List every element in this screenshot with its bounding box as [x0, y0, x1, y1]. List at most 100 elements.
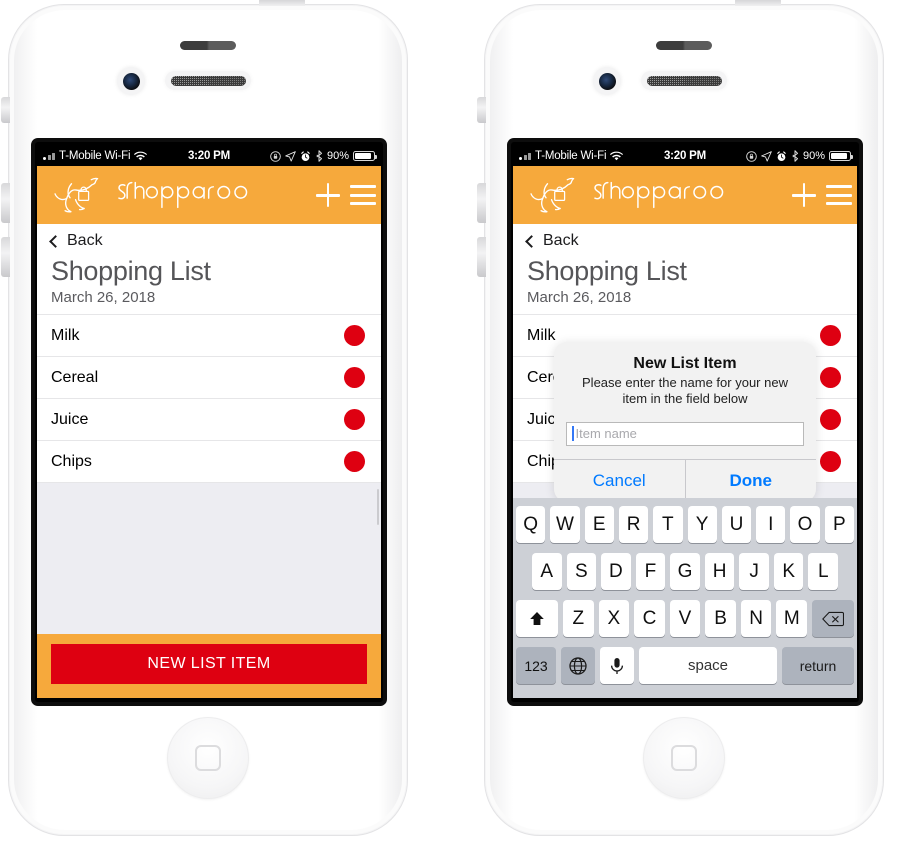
red-status-dot[interactable] [820, 325, 841, 346]
text-caret [572, 426, 574, 441]
backspace-delete-icon[interactable] [812, 600, 855, 637]
dialog-message: Please enter the name for your new item … [582, 375, 788, 407]
key-i[interactable]: I [756, 506, 786, 543]
back-button[interactable]: Back [513, 224, 857, 252]
hamburger-menu-icon[interactable] [825, 185, 852, 205]
key-y[interactable]: Y [687, 506, 717, 543]
rotation-lock-icon [270, 150, 281, 162]
key-r[interactable]: R [618, 506, 649, 543]
cancel-button[interactable]: Cancel [554, 460, 685, 502]
key-a[interactable]: A [531, 553, 562, 590]
proximity-sensor [656, 41, 712, 50]
shift-up-arrow-icon[interactable] [515, 600, 558, 637]
key-d[interactable]: D [601, 553, 631, 590]
key-z[interactable]: Z [562, 600, 594, 637]
key-m[interactable]: M [776, 600, 808, 637]
page-date: March 26, 2018 [51, 289, 156, 306]
key-h[interactable]: H [704, 553, 735, 590]
page-title: Shopping List [527, 256, 687, 286]
keyboard-row-3: Z X C V B N M [515, 600, 855, 637]
volume-down-button[interactable] [477, 237, 486, 277]
keyboard-row-4: 123 space return [516, 647, 854, 684]
key-e[interactable]: E [584, 506, 614, 543]
hamburger-menu-icon[interactable] [349, 185, 376, 205]
status-bar: T-Mobile Wi-Fi 3:20 PM 90% [513, 146, 857, 166]
key-l[interactable]: L [808, 553, 839, 590]
key-f[interactable]: F [635, 553, 666, 590]
red-status-dot[interactable] [820, 409, 841, 430]
phone-screen-left: T-Mobile Wi-Fi 3:20 PM 90% Back Shopping… [35, 142, 383, 702]
new-list-item-dialog: New List Item Please enter the name for … [554, 342, 816, 502]
power-button[interactable] [735, 0, 781, 6]
battery-percent-label: 90% [326, 150, 349, 162]
key-w[interactable]: W [550, 506, 580, 543]
microphone-icon[interactable] [600, 647, 634, 684]
key-j[interactable]: J [739, 553, 769, 590]
key-x[interactable]: X [598, 600, 630, 637]
volume-up-button[interactable] [1, 183, 10, 223]
key-u[interactable]: U [721, 506, 752, 543]
phone-right: T-Mobile Wi-Fi 3:20 PM 90% Back Shopping… [477, 0, 884, 836]
plus-icon[interactable] [315, 183, 340, 207]
screen-content: Back Shopping List March 26, 2018 Milk C… [37, 224, 381, 698]
kangaroo-shopping-logo[interactable] [49, 174, 103, 216]
key-t[interactable]: T [653, 506, 683, 543]
back-label: Back [543, 232, 579, 249]
red-status-dot[interactable] [820, 367, 841, 388]
red-status-dot[interactable] [344, 451, 365, 472]
battery-percent-label: 90% [802, 150, 825, 162]
plus-icon[interactable] [791, 183, 816, 207]
new-list-item-button[interactable]: NEW LIST ITEM [51, 644, 367, 684]
numbers-key[interactable]: 123 [516, 647, 556, 684]
home-button[interactable] [167, 717, 249, 799]
globe-language-icon[interactable] [561, 647, 595, 684]
red-status-dot[interactable] [820, 451, 841, 472]
page-date: March 26, 2018 [527, 289, 632, 306]
app-header [37, 166, 381, 224]
done-button[interactable]: Done [686, 460, 817, 502]
back-button[interactable]: Back [37, 224, 381, 252]
list-item[interactable]: Chips [37, 441, 381, 483]
item-name-input[interactable]: Item name [566, 421, 804, 446]
key-c[interactable]: C [634, 600, 665, 637]
list-item[interactable]: Juice [37, 399, 381, 441]
earpiece-speaker [165, 71, 251, 90]
scroll-indicator[interactable] [376, 489, 379, 525]
key-k[interactable]: K [773, 553, 804, 590]
front-camera [593, 67, 621, 95]
home-button[interactable] [643, 717, 725, 799]
volume-up-button[interactable] [477, 183, 486, 223]
space-key[interactable]: space [639, 647, 777, 684]
location-arrow-icon [761, 150, 772, 161]
return-key[interactable]: return [782, 647, 854, 684]
app-wordmark [109, 178, 310, 212]
list-item-label: Cereal [51, 368, 99, 386]
list-item-label: Milk [527, 326, 556, 344]
key-b[interactable]: B [705, 600, 736, 637]
battery-icon [353, 151, 377, 161]
empty-list-area [37, 483, 381, 634]
back-label: Back [67, 232, 103, 249]
silence-switch[interactable] [1, 97, 10, 123]
battery-icon [829, 151, 853, 161]
red-status-dot[interactable] [344, 367, 365, 388]
dialog-title: New List Item [633, 355, 737, 372]
red-status-dot[interactable] [344, 409, 365, 430]
proximity-sensor [180, 41, 236, 50]
silence-switch[interactable] [477, 97, 486, 123]
list-item[interactable]: Cereal [37, 357, 381, 399]
key-p[interactable]: P [824, 506, 854, 543]
key-g[interactable]: G [670, 553, 700, 590]
kangaroo-shopping-logo[interactable] [525, 174, 579, 216]
bluetooth-icon [792, 150, 799, 162]
screenshot-stage: T-Mobile Wi-Fi 3:20 PM 90% Back Shopping… [0, 0, 900, 842]
red-status-dot[interactable] [344, 325, 365, 346]
key-s[interactable]: S [566, 553, 597, 590]
key-n[interactable]: N [740, 600, 772, 637]
key-o[interactable]: O [790, 506, 820, 543]
list-item[interactable]: Milk [37, 315, 381, 357]
power-button[interactable] [259, 0, 305, 6]
volume-down-button[interactable] [1, 237, 10, 277]
key-q[interactable]: Q [516, 506, 546, 543]
key-v[interactable]: V [669, 600, 701, 637]
